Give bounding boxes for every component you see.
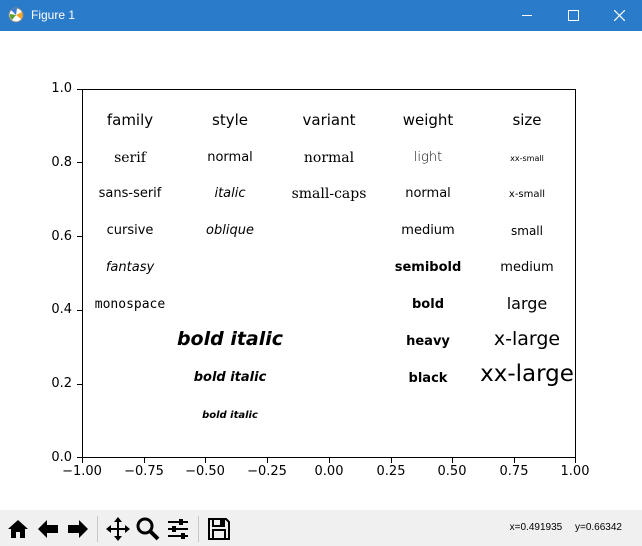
x-tick bbox=[514, 458, 515, 463]
x-tick bbox=[205, 458, 206, 463]
size-medium: medium bbox=[500, 260, 554, 275]
x-tick bbox=[144, 458, 145, 463]
y-tick bbox=[77, 89, 82, 90]
x-tick-label: 0.25 bbox=[376, 464, 406, 479]
y-tick-label: 0.2 bbox=[51, 376, 72, 391]
minimize-button[interactable] bbox=[504, 0, 550, 31]
y-tick-label: 1.0 bbox=[51, 81, 72, 96]
x-tick-label: 0.75 bbox=[499, 464, 529, 479]
family-monospace: monospace bbox=[94, 297, 166, 312]
maximize-icon bbox=[568, 10, 579, 21]
toolbar-separator bbox=[97, 516, 98, 542]
back-button[interactable] bbox=[35, 516, 61, 542]
x-tick-label: −0.50 bbox=[185, 464, 225, 479]
x-tick-label: 0.50 bbox=[437, 464, 467, 479]
x-tick-label: 0.00 bbox=[314, 464, 344, 479]
home-button[interactable] bbox=[5, 516, 31, 542]
zoom-icon bbox=[136, 517, 160, 541]
forward-icon bbox=[68, 520, 88, 538]
size-xx-small: xx-small bbox=[510, 154, 544, 163]
subplots-button[interactable] bbox=[165, 516, 191, 542]
bold-italic-medium: bold italic bbox=[193, 370, 267, 385]
toolbar-separator bbox=[198, 516, 199, 542]
close-icon bbox=[614, 10, 625, 21]
size-large: large bbox=[506, 294, 548, 313]
bold-italic-small: bold italic bbox=[202, 410, 258, 421]
x-tick bbox=[575, 458, 576, 463]
x-tick-label: −0.75 bbox=[124, 464, 164, 479]
matplotlib-logo-icon bbox=[8, 7, 24, 23]
maximize-button[interactable] bbox=[550, 0, 596, 31]
minimize-icon bbox=[522, 15, 532, 16]
x-tick bbox=[391, 458, 392, 463]
pan-button[interactable] bbox=[105, 516, 131, 542]
style-oblique: oblique bbox=[206, 223, 254, 238]
x-tick bbox=[267, 458, 268, 463]
x-tick-label: −0.25 bbox=[247, 464, 287, 479]
x-tick-label: 1.00 bbox=[560, 464, 590, 479]
back-icon bbox=[38, 520, 58, 538]
x-tick bbox=[82, 458, 83, 463]
x-tick-label: −1.00 bbox=[62, 464, 102, 479]
size-small: small bbox=[511, 224, 543, 238]
window-title: Figure 1 bbox=[31, 8, 76, 22]
coord-x: x=0.491935 bbox=[509, 522, 563, 533]
forward-button[interactable] bbox=[65, 516, 91, 542]
size-x-small: x-small bbox=[508, 189, 546, 200]
navigation-toolbar: x=0.491935 y=0.66342 bbox=[0, 510, 642, 546]
bold-italic-large: bold italic bbox=[176, 328, 284, 350]
size-x-large: x-large bbox=[493, 328, 561, 350]
pan-icon bbox=[106, 517, 130, 541]
coord-y: y=0.66342 bbox=[575, 522, 622, 533]
save-icon bbox=[208, 518, 230, 540]
home-icon bbox=[8, 520, 28, 538]
subplots-icon bbox=[168, 519, 188, 539]
y-tick-label: 0.0 bbox=[51, 450, 72, 465]
size-xx-large: xx-large bbox=[480, 361, 574, 387]
save-button[interactable] bbox=[206, 516, 232, 542]
title-bar: Figure 1 bbox=[0, 0, 642, 31]
size-header: size bbox=[512, 111, 542, 129]
x-tick bbox=[452, 458, 453, 463]
family-fantasy: fantasy bbox=[105, 260, 155, 275]
x-tick bbox=[329, 458, 330, 463]
y-tick bbox=[77, 384, 82, 385]
cursor-coordinates: x=0.491935 y=0.66342 bbox=[510, 522, 622, 533]
zoom-button[interactable] bbox=[135, 516, 161, 542]
close-button[interactable] bbox=[596, 0, 642, 31]
